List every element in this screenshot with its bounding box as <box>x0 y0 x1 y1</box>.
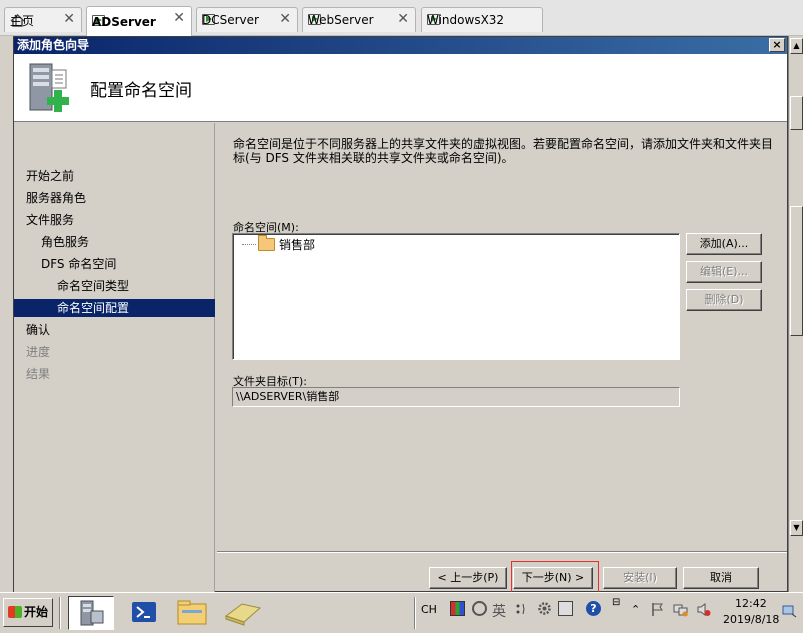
tree-connector <box>242 244 256 245</box>
step-before-you-begin[interactable]: 开始之前 <box>14 167 215 185</box>
step-server-roles[interactable]: 服务器角色 <box>14 189 215 207</box>
background-window-edge <box>0 36 13 592</box>
windows-logo-icon <box>8 606 22 618</box>
tab-dcserver[interactable]: DCServer ✕ <box>196 7 298 32</box>
vm-tab-bar: 主页 ✕ ADServer ✕ DCServer ✕ WebServer ✕ W… <box>0 0 803 36</box>
step-file-services[interactable]: 文件服务 <box>14 211 215 229</box>
step-progress: 进度 <box>26 345 51 359</box>
clock-time[interactable]: 12:42 <box>735 597 767 610</box>
options-icon[interactable]: ⊟ <box>612 597 620 608</box>
scroll-up-icon[interactable]: ▲ <box>790 38 803 54</box>
start-button[interactable]: 开始 <box>3 598 53 627</box>
page-title: 配置命名空间 <box>90 81 192 101</box>
scroll-thumb[interactable] <box>790 206 803 336</box>
powershell-icon <box>132 602 156 622</box>
volume-icon[interactable] <box>696 602 711 617</box>
wizard-content: 命名空间是位于不同服务器上的共享文件夹的虚拟视图。若要配置命名空间，请添加文件夹… <box>217 123 787 552</box>
tab-label: ADServer <box>92 14 156 29</box>
back-button[interactable]: < 上一步(P) <box>429 567 507 589</box>
step-results: 结果 <box>26 367 51 381</box>
tab-label: DCServer <box>202 13 259 27</box>
folder-target-field[interactable]: \\ADSERVER\销售部 <box>232 387 680 407</box>
explorer-app[interactable] <box>170 596 216 630</box>
highlight-box <box>511 561 599 593</box>
tab-adserver[interactable]: ADServer ✕ <box>86 6 192 36</box>
description-text: 命名空间是位于不同服务器上的共享文件夹的虚拟视图。若要配置命名空间，请添加文件夹… <box>233 137 774 165</box>
disabled-icon[interactable] <box>472 601 487 616</box>
notes-app[interactable] <box>220 596 266 630</box>
step-confirm[interactable]: 确认 <box>14 321 215 339</box>
close-icon[interactable]: ✕ <box>63 11 75 27</box>
close-icon[interactable]: ✕ <box>173 10 185 26</box>
network-icon[interactable] <box>673 602 688 617</box>
ime-icon[interactable] <box>450 601 465 616</box>
scroll-thumb[interactable] <box>790 96 803 130</box>
notification-icon[interactable] <box>782 603 797 618</box>
taskbar-divider <box>59 597 61 629</box>
punctuation-icon[interactable] <box>514 601 529 616</box>
wizard-header: 配置命名空间 <box>14 54 787 122</box>
close-icon[interactable]: ✕ <box>397 11 409 27</box>
start-label: 开始 <box>24 605 49 619</box>
ime-mode[interactable]: 英 <box>492 601 506 621</box>
language-indicator[interactable]: CH <box>421 603 437 616</box>
edit-button[interactable]: 编辑(E)... <box>686 261 762 283</box>
scroll-down-icon[interactable]: ▼ <box>790 520 803 536</box>
add-button[interactable]: 添加(A)... <box>686 233 762 255</box>
settings-icon[interactable] <box>537 601 552 616</box>
server-manager-icon <box>80 600 104 626</box>
tree-item-label: 销售部 <box>279 238 316 252</box>
clock-date[interactable]: 2019/8/18 <box>723 613 779 626</box>
server-manager-app[interactable] <box>68 596 114 630</box>
tab-home[interactable]: 主页 ✕ <box>4 7 82 32</box>
dialog-titlebar[interactable]: 添加角色向导 × <box>14 37 787 54</box>
powershell-app[interactable] <box>122 596 168 630</box>
help-icon[interactable]: ? <box>586 601 601 616</box>
taskbar-divider <box>414 597 416 629</box>
tree-item[interactable]: 销售部 <box>242 235 316 253</box>
taskbar: 开始 CH 英 ? ⊟ ⌃ 12:42 2019/8/18 <box>0 592 803 633</box>
dialog-title: 添加角色向导 <box>17 38 90 52</box>
background-scrollbar[interactable]: ▲ ▼ <box>788 36 803 592</box>
keyboard-icon[interactable] <box>558 601 573 616</box>
cancel-button[interactable]: 取消 <box>683 567 759 589</box>
add-roles-wizard: 添加角色向导 × 配置命名空间 开始之前 服务器角色 文件服务 角色服务 DFS… <box>13 36 788 593</box>
notebook-icon <box>224 603 262 626</box>
tab-windowsx32[interactable]: WindowsX32 <box>421 7 543 32</box>
step-dfs-namespace[interactable]: DFS 命名空间 <box>14 255 215 273</box>
folder-icon <box>258 235 275 251</box>
delete-button[interactable]: 删除(D) <box>686 289 762 311</box>
tab-webserver[interactable]: WebServer ✕ <box>302 7 416 32</box>
server-add-icon <box>29 63 69 112</box>
step-namespace-config[interactable]: 命名空间配置 <box>14 299 215 317</box>
install-button[interactable]: 安装(I) <box>603 567 677 589</box>
close-icon[interactable]: ✕ <box>279 11 291 27</box>
folder-icon <box>177 600 207 625</box>
step-role-services[interactable]: 角色服务 <box>14 233 215 251</box>
tab-label: WebServer <box>308 13 374 27</box>
close-button[interactable]: × <box>769 38 785 52</box>
wizard-steps: 开始之前 服务器角色 文件服务 角色服务 DFS 命名空间 命名空间类型 命名空… <box>14 123 215 593</box>
step-namespace-type[interactable]: 命名空间类型 <box>14 277 215 295</box>
show-hidden-icons[interactable]: ⌃ <box>631 603 640 616</box>
namespace-tree[interactable]: 销售部 <box>232 233 680 360</box>
flag-icon[interactable] <box>650 602 665 617</box>
tab-label: 主页 <box>10 13 35 28</box>
tab-label: WindowsX32 <box>427 13 505 27</box>
